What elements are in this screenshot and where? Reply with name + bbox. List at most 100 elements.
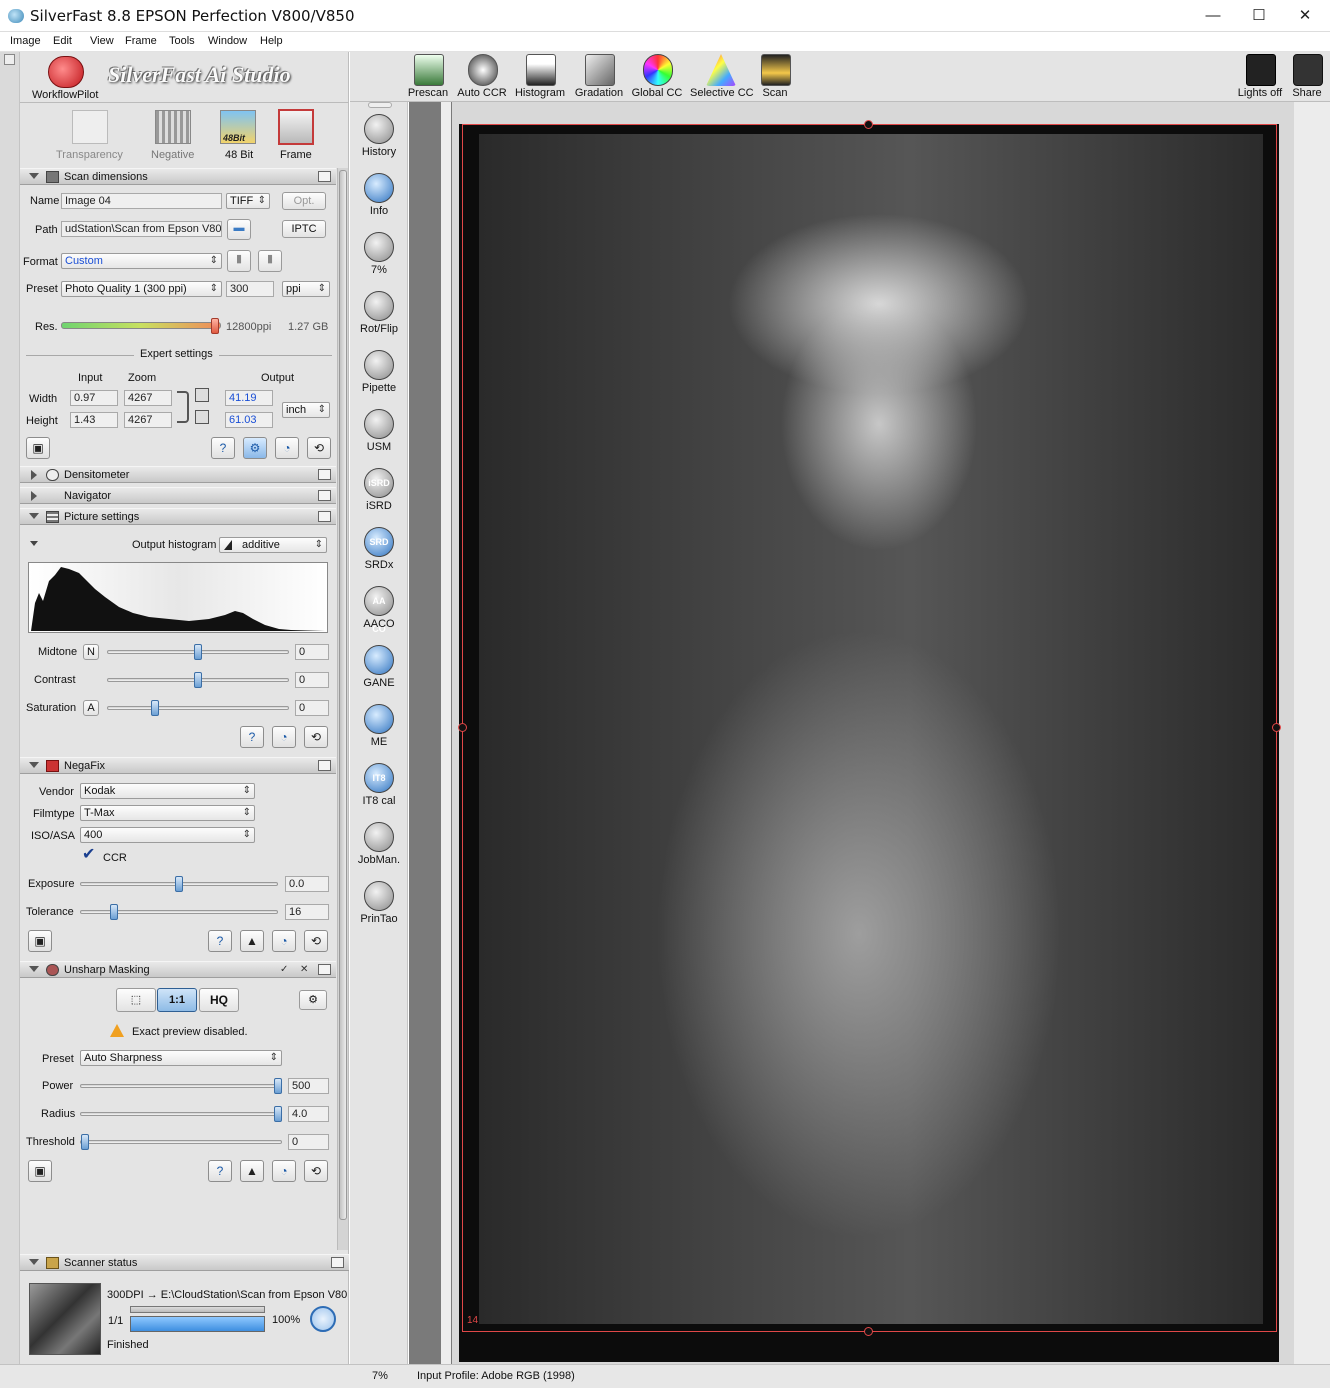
mode-48bit-label[interactable]: 48 Bit: [225, 149, 253, 161]
frame-handle-right[interactable]: [1272, 723, 1281, 732]
threshold-slider[interactable]: [80, 1140, 282, 1144]
history-tool[interactable]: History: [350, 112, 408, 171]
it8-tool[interactable]: IT8 IT8 cal: [350, 761, 408, 820]
preset-unit-select[interactable]: ppi: [282, 281, 330, 297]
mode-frame-label[interactable]: Frame: [280, 149, 312, 161]
midtone-slider-knob[interactable]: [194, 644, 202, 660]
srdx-tool[interactable]: SRD SRDx: [350, 525, 408, 584]
collapse-triangle-icon[interactable]: [29, 513, 39, 519]
save-icon[interactable]: ▣: [28, 930, 52, 952]
strip-handle[interactable]: [368, 102, 392, 108]
isrd-icon[interactable]: iSRD: [364, 468, 394, 498]
mode-transparency-label[interactable]: Transparency: [56, 149, 123, 161]
expand-triangle-icon[interactable]: [31, 470, 37, 480]
scan-selection-frame[interactable]: [462, 124, 1277, 1332]
usm-icon[interactable]: [364, 409, 394, 439]
prescan-icon[interactable]: [414, 54, 444, 86]
frame-handle-left[interactable]: [458, 723, 467, 732]
save-icon[interactable]: ▣: [28, 1160, 52, 1182]
scan-icon[interactable]: [761, 54, 791, 86]
midtone-value[interactable]: 0: [295, 644, 329, 660]
jobman-tool[interactable]: JobMan.: [350, 820, 408, 879]
reset-icon[interactable]: ⟲: [304, 1160, 328, 1182]
radius-slider-knob[interactable]: [274, 1106, 282, 1122]
histogram-tool[interactable]: Histogram: [510, 52, 570, 102]
expert-hat-icon[interactable]: ▲: [240, 930, 264, 952]
share-label[interactable]: Share: [1277, 87, 1330, 99]
workflowpilot-label[interactable]: WorkflowPilot: [32, 89, 98, 101]
printao-icon[interactable]: [364, 881, 394, 911]
printao-label[interactable]: PrinTao: [350, 913, 408, 925]
menu-image[interactable]: Image: [10, 35, 41, 47]
menu-window[interactable]: Window: [208, 35, 247, 47]
gane-icon[interactable]: [364, 645, 394, 675]
jobman-label[interactable]: JobMan.: [350, 854, 408, 866]
unsharp-masking-header[interactable]: Unsharp Masking ✓ ✕: [20, 961, 336, 978]
folder-icon[interactable]: ▬: [227, 219, 251, 240]
me-tool[interactable]: ME: [350, 702, 408, 761]
reset-icon[interactable]: ⟲: [304, 930, 328, 952]
saturation-badge[interactable]: A: [83, 700, 99, 716]
help-icon[interactable]: ?: [211, 437, 235, 459]
share-icon[interactable]: [1293, 54, 1323, 86]
zoom-label[interactable]: 7%: [350, 264, 408, 276]
height-input-field[interactable]: 1.43: [70, 412, 118, 428]
auto-ccr-tool[interactable]: Auto CCR: [452, 52, 512, 102]
tolerance-slider-knob[interactable]: [110, 904, 118, 920]
contrast-slider-knob[interactable]: [194, 672, 202, 688]
jobman-icon[interactable]: [364, 822, 394, 852]
it8-label[interactable]: IT8 cal: [350, 795, 408, 807]
gradation-icon[interactable]: [585, 54, 615, 86]
menu-edit[interactable]: Edit: [53, 35, 72, 47]
detach-icon[interactable]: [318, 490, 331, 501]
navigator-header[interactable]: Navigator: [20, 487, 336, 504]
width-input-field[interactable]: 0.97: [70, 390, 118, 406]
scrollbar-thumb[interactable]: [339, 170, 347, 1220]
usm-settings-gear-icon[interactable]: ⚙: [299, 990, 327, 1010]
save-icon[interactable]: ▣: [26, 437, 50, 459]
scanner-status-header[interactable]: Scanner status: [20, 1254, 349, 1271]
dock-icon[interactable]: [4, 54, 15, 65]
collapse-triangle-icon[interactable]: [29, 173, 39, 179]
selective-cc-label[interactable]: Selective CC: [690, 87, 754, 99]
contrast-value[interactable]: 0: [295, 672, 329, 688]
collapse-triangle-icon[interactable]: [29, 762, 39, 768]
resolution-slider[interactable]: [61, 322, 221, 329]
quicktime-icon[interactable]: ◔: [275, 437, 299, 459]
close-button[interactable]: ✕: [1282, 0, 1328, 32]
prescan-label[interactable]: Prescan: [398, 87, 458, 99]
aaco-icon[interactable]: AA CO: [364, 586, 394, 634]
radius-value[interactable]: 4.0: [288, 1106, 329, 1122]
help-icon[interactable]: ?: [208, 930, 232, 952]
densitometer-header[interactable]: Densitometer: [20, 466, 336, 483]
scan-dimensions-header[interactable]: Scan dimensions: [20, 168, 336, 185]
frame-handle-top[interactable]: [864, 120, 873, 129]
info-tool[interactable]: Info: [350, 171, 408, 230]
power-value[interactable]: 500: [288, 1078, 329, 1094]
quicktime-icon[interactable]: ◔: [272, 1160, 296, 1182]
quicktime-icon[interactable]: ◔: [272, 930, 296, 952]
format-select[interactable]: Custom: [61, 253, 222, 269]
gradation-label[interactable]: Gradation: [569, 87, 629, 99]
selective-cc-icon[interactable]: [706, 54, 736, 86]
48bit-icon[interactable]: 48Bit: [220, 110, 256, 144]
check-icon[interactable]: ✓: [280, 964, 292, 976]
histogram-icon[interactable]: [526, 54, 556, 86]
pipette-icon[interactable]: [364, 350, 394, 380]
gradation-tool[interactable]: Gradation: [569, 52, 629, 102]
saturation-slider-knob[interactable]: [151, 700, 159, 716]
help-icon[interactable]: ?: [240, 726, 264, 748]
transparency-icon[interactable]: [72, 110, 108, 144]
menu-view[interactable]: View: [90, 35, 114, 47]
preview-area[interactable]: 14: [409, 102, 1330, 1364]
preset-select[interactable]: Photo Quality 1 (300 ppi): [61, 281, 222, 297]
gane-tool[interactable]: GANE: [350, 643, 408, 702]
global-cc-icon[interactable]: [643, 54, 673, 86]
preview-frame-button[interactable]: ⬚: [116, 988, 156, 1012]
auto-ccr-label[interactable]: Auto CCR: [452, 87, 512, 99]
isrd-tool[interactable]: iSRD iSRD: [350, 466, 408, 525]
scan-job-icon[interactable]: [310, 1306, 336, 1332]
collapse-triangle-icon[interactable]: [29, 966, 39, 972]
reset-icon[interactable]: ⟲: [307, 437, 331, 459]
midtone-badge[interactable]: N: [83, 644, 99, 660]
